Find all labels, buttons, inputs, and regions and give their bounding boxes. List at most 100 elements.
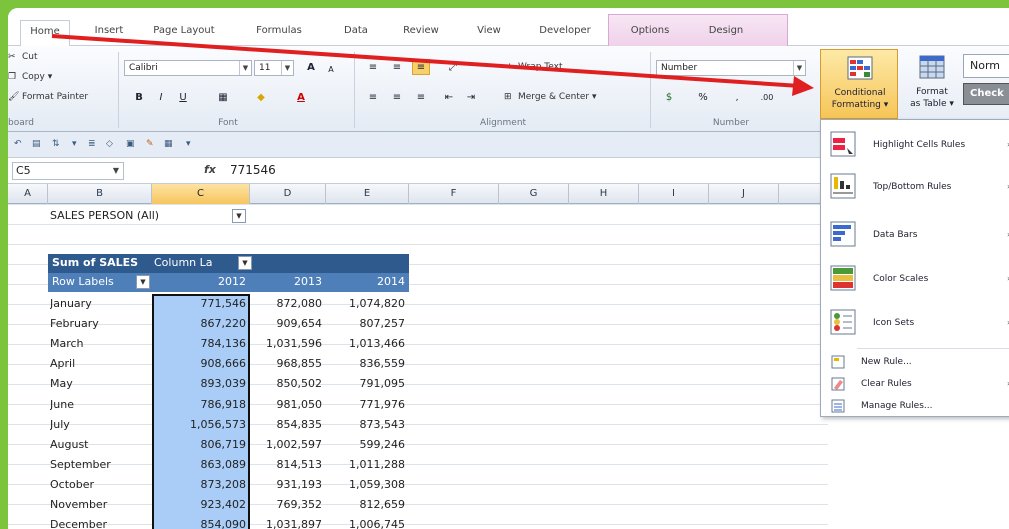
menu-item-highlight-cells-rules[interactable]: Highlight Cells Rules › [821, 126, 1009, 162]
tools-icon[interactable]: ✎ [146, 139, 154, 149]
pivot-value-cell[interactable]: 909,654 [250, 314, 326, 334]
pivot-value-cell[interactable]: 1,006,745 [326, 515, 409, 529]
menu-item-clear-rules[interactable]: Clear Rules › [821, 374, 1009, 394]
grow-font-icon[interactable]: A [302, 60, 320, 76]
increase-indent-icon[interactable]: ⇥ [462, 90, 480, 106]
comma-style-icon[interactable]: , [728, 90, 746, 106]
pivot-value-cell[interactable]: 854,835 [250, 415, 326, 435]
column-header-d[interactable]: D [250, 184, 326, 204]
menu-item-data-bars[interactable]: Data Bars › [821, 216, 1009, 252]
tab-view[interactable]: View [471, 22, 507, 40]
column-header-j[interactable]: J [709, 184, 779, 204]
pivot-row-label[interactable]: September [50, 455, 150, 475]
pivot-row-label[interactable]: October [50, 475, 150, 495]
pivot-value-cell[interactable]: 1,074,820 [326, 294, 409, 314]
format-as-table-button[interactable]: Format as Table ▾ [901, 49, 963, 119]
pivot-value-cell[interactable]: 1,031,897 [250, 515, 326, 529]
chevron-down-icon[interactable]: ▾ [72, 139, 77, 149]
pivot-row-label[interactable]: May [50, 374, 150, 394]
pivot-value-cell[interactable]: 807,257 [326, 314, 409, 334]
align-top-icon[interactable]: ≡ [364, 60, 382, 76]
pivot-value-cell[interactable]: 873,543 [326, 415, 409, 435]
align-right-icon[interactable]: ≡ [412, 90, 430, 106]
picture-icon[interactable]: ▣ [126, 139, 135, 149]
pivot-row-label[interactable]: July [50, 415, 150, 435]
borders-icon[interactable]: ▦ [214, 90, 232, 106]
chart-icon[interactable]: ▤ [32, 139, 41, 149]
pivot-value-cell[interactable]: 1,031,596 [250, 334, 326, 354]
pivot-value-cell[interactable]: 791,095 [326, 374, 409, 394]
copy-button[interactable]: Copy ▾ [22, 72, 52, 82]
pivot-value-cell[interactable]: 806,719 [152, 435, 250, 455]
pivot-value-cell[interactable]: 771,546 [152, 294, 250, 314]
formula-input[interactable]: 771546 [230, 162, 276, 178]
pivot-row-label[interactable]: April [50, 354, 150, 374]
decrease-decimal-icon[interactable]: .00 [758, 90, 776, 106]
font-name-combo[interactable]: Calibri ▼ [124, 60, 252, 76]
pivot-row-label[interactable]: August [50, 435, 150, 455]
customize-qat-icon[interactable]: ▾ [186, 139, 191, 149]
tab-developer[interactable]: Developer [532, 22, 598, 40]
column-header-h[interactable]: H [569, 184, 639, 204]
pivot-value-cell[interactable]: 872,080 [250, 294, 326, 314]
number-format-combo[interactable]: Number ▼ [656, 60, 806, 76]
tab-options[interactable]: Options [622, 22, 678, 40]
cut-button[interactable]: Cut [22, 52, 38, 62]
pivot-value-cell[interactable]: 836,559 [326, 354, 409, 374]
currency-icon[interactable]: $ [660, 90, 678, 106]
percent-button[interactable]: % [694, 90, 712, 106]
column-header-i[interactable]: I [639, 184, 709, 204]
wrap-text-button[interactable]: Wrap Text [518, 62, 563, 72]
menu-item-top-bottom-rules[interactable]: Top/Bottom Rules › [821, 168, 1009, 204]
pivot-value-cell[interactable]: 1,056,573 [152, 415, 250, 435]
pivot-value-cell[interactable]: 814,513 [250, 455, 326, 475]
tab-data[interactable]: Data [338, 22, 374, 40]
pivot-value-cell[interactable]: 867,220 [152, 314, 250, 334]
pivot-row-label[interactable]: March [50, 334, 150, 354]
pivot-value-cell[interactable]: 854,090 [152, 515, 250, 529]
fill-color-icon[interactable]: ◆ [252, 90, 270, 106]
shapes-icon[interactable]: ◇ [106, 139, 113, 149]
merge-center-button[interactable]: Merge & Center ▾ [518, 92, 597, 102]
tab-page-layout[interactable]: Page Layout [148, 22, 220, 40]
sort-icon[interactable]: ⇅ [52, 139, 60, 149]
undo-icon[interactable]: ↶ [14, 139, 22, 149]
menu-item-color-scales[interactable]: Color Scales › [821, 260, 1009, 296]
bold-icon[interactable]: B [130, 90, 148, 106]
list-icon[interactable]: ≣ [88, 139, 96, 149]
shrink-font-icon[interactable]: A [322, 62, 340, 78]
menu-item-new-rule[interactable]: New Rule... [821, 352, 1009, 372]
menu-item-manage-rules[interactable]: Manage Rules... [821, 396, 1009, 416]
cell-style-check[interactable]: Check [963, 83, 1009, 105]
pivot-value-cell[interactable]: 923,402 [152, 495, 250, 515]
column-header-b[interactable]: B [48, 184, 152, 204]
pivot-value-cell[interactable]: 1,013,466 [326, 334, 409, 354]
pivot-value-cell[interactable]: 873,208 [152, 475, 250, 495]
pivot-value-cell[interactable]: 968,855 [250, 354, 326, 374]
decrease-indent-icon[interactable]: ⇤ [440, 90, 458, 106]
pivot-value-cell[interactable]: 784,136 [152, 334, 250, 354]
cell-style-normal[interactable]: Norm [963, 54, 1009, 78]
align-center-icon[interactable]: ≡ [388, 90, 406, 106]
menu-item-icon-sets[interactable]: Icon Sets › [821, 304, 1009, 340]
pivot-value-cell[interactable]: 863,089 [152, 455, 250, 475]
pivot-row-label[interactable]: February [50, 314, 150, 334]
insert-function-button[interactable]: fx [204, 163, 216, 176]
format-painter-button[interactable]: Format Painter [22, 92, 88, 102]
pivot-row-label[interactable]: June [50, 395, 150, 415]
pivot-value-cell[interactable]: 769,352 [250, 495, 326, 515]
pivot-value-cell[interactable]: 771,976 [326, 395, 409, 415]
column-header-c[interactable]: C [152, 184, 250, 204]
align-middle-icon[interactable]: ≡ [388, 60, 406, 76]
orientation-icon[interactable]: ⤢ [444, 60, 462, 76]
pivot-value-cell[interactable]: 1,011,288 [326, 455, 409, 475]
align-bottom-icon[interactable]: ≡ [412, 59, 430, 75]
italic-icon[interactable]: I [152, 90, 170, 106]
pivot-value-cell[interactable]: 931,193 [250, 475, 326, 495]
font-color-icon[interactable]: A [292, 90, 310, 106]
pivot-value-cell[interactable]: 786,918 [152, 395, 250, 415]
pivot-row-label[interactable]: January [50, 294, 150, 314]
column-labels-filter-button[interactable]: ▼ [238, 256, 252, 270]
tab-home[interactable]: Home [20, 20, 70, 47]
align-left-icon[interactable]: ≡ [364, 90, 382, 106]
